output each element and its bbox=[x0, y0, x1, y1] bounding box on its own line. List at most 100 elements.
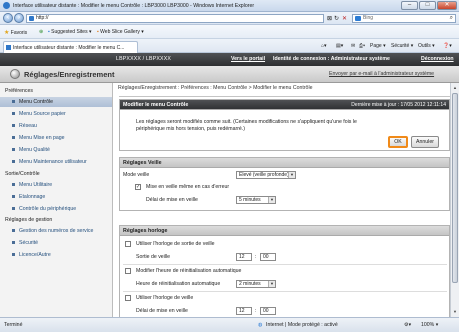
chevron-down-icon: ▼ bbox=[268, 197, 275, 203]
feeds-icon[interactable]: ▤▾ bbox=[336, 43, 343, 49]
portal-link[interactable]: Vers le portail bbox=[231, 56, 265, 62]
sleep-on-error-label: Mise en veille même en cas d'erreur bbox=[146, 184, 230, 190]
cancel-button[interactable]: Annuler bbox=[411, 136, 439, 148]
wake-minute-input[interactable]: 00 bbox=[260, 253, 276, 261]
sidebar-item-menu-controle[interactable]: Menu Contrôle bbox=[12, 99, 53, 105]
wake-time-label: Sortie de veille bbox=[136, 254, 171, 260]
bullet-icon bbox=[12, 195, 15, 199]
modify-reset-checkbox[interactable] bbox=[125, 268, 131, 274]
sidebar-item-mise-en-page[interactable]: Menu Mise en page bbox=[12, 135, 65, 141]
window-title: Interface utilisateur distante : Modifie… bbox=[13, 3, 255, 9]
sleep-minute-input[interactable]: 00 bbox=[260, 307, 276, 315]
bullet-icon bbox=[12, 112, 15, 116]
settings-icon bbox=[10, 69, 20, 79]
confirmation-message: Les réglages seront modifiés comme suit.… bbox=[136, 119, 357, 132]
login-info: Identité de connexion : Administrateur s… bbox=[273, 56, 390, 62]
sleep-settings-panel: Réglages Veille Mode veille Elevé (veill… bbox=[119, 157, 450, 211]
time-separator: : bbox=[255, 254, 257, 260]
bullet-icon bbox=[12, 100, 15, 104]
security-zone: Internet | Mode protégé : activé bbox=[266, 322, 338, 328]
ie-app-icon bbox=[3, 2, 10, 9]
page-icon: ▪ bbox=[48, 29, 50, 35]
refresh-icon[interactable]: ↻ bbox=[334, 15, 339, 22]
tab-bar: Interface utilisateur distante : Modifie… bbox=[0, 39, 459, 53]
divider bbox=[123, 291, 447, 292]
print-icon[interactable]: ⎙▾ bbox=[359, 43, 365, 49]
stop-icon[interactable]: ✕ bbox=[342, 15, 347, 22]
status-text: Terminé bbox=[4, 322, 23, 328]
sidebar-item-maintenance[interactable]: Menu Maintenance utilisateur bbox=[12, 159, 87, 165]
use-sleep-timer-label: Utiliser l'horloge de veille bbox=[136, 295, 194, 301]
sidebar-item-utilitaire[interactable]: Menu Utilitaire bbox=[12, 182, 52, 188]
sleep-settings-header: Réglages Veille bbox=[120, 158, 449, 168]
help-menu[interactable]: ❓▾ bbox=[443, 43, 452, 49]
sidebar-item-source-papier[interactable]: Menu Source papier bbox=[12, 111, 66, 117]
search-input[interactable]: Bing ⌕ bbox=[352, 14, 456, 23]
home-icon[interactable]: ⌂▾ bbox=[321, 43, 327, 49]
web-slice-gallery-link[interactable]: ▪ Web Slice Gallery ▾ bbox=[97, 29, 144, 35]
email-admin-link[interactable]: Envoyer par e-mail à l'administrateur sy… bbox=[329, 71, 434, 77]
globe-icon: ◍ bbox=[258, 322, 263, 328]
tab-favicon bbox=[6, 45, 11, 50]
slice-icon: ▪ bbox=[97, 29, 99, 35]
sleep-on-error-checkbox[interactable]: ✓ bbox=[135, 184, 141, 190]
sleep-delay-value: 5 minutes bbox=[239, 197, 261, 203]
sleep-mode-label: Mode veille bbox=[123, 172, 150, 178]
sleep-mode-select[interactable]: Elevé (veille profonde) ▼ bbox=[236, 171, 296, 179]
tools-menu[interactable]: Outils ▾ bbox=[418, 43, 435, 49]
page-title: Réglages/Enregistrement bbox=[24, 70, 115, 79]
maximize-button[interactable]: □ bbox=[419, 1, 436, 10]
scroll-down-icon[interactable]: ▼ bbox=[452, 308, 458, 316]
back-icon[interactable]: ‹ bbox=[3, 13, 13, 23]
search-icon[interactable]: ⌕ bbox=[450, 15, 453, 22]
vertical-scrollbar[interactable]: ▲ ▼ bbox=[450, 83, 459, 317]
bullet-icon bbox=[12, 136, 15, 140]
bullet-icon bbox=[12, 229, 15, 233]
address-input[interactable]: http:// bbox=[26, 14, 324, 23]
forward-icon[interactable]: › bbox=[14, 13, 24, 23]
bullet-icon bbox=[12, 207, 15, 211]
page-menu[interactable]: Page ▾ bbox=[370, 43, 386, 49]
zoom-level[interactable]: 100% ▾ bbox=[421, 322, 438, 328]
sidebar-item-numeros-service[interactable]: Gestion des numéros de service bbox=[12, 228, 93, 234]
scroll-thumb[interactable] bbox=[452, 93, 458, 283]
logout-link[interactable]: Déconnexion bbox=[421, 56, 454, 62]
protected-mode-icon[interactable]: ⚙▾ bbox=[404, 322, 411, 328]
star-icon: ★ bbox=[4, 30, 10, 36]
minimize-button[interactable]: – bbox=[401, 1, 418, 10]
sleep-time-label: Délai de mise en veille bbox=[136, 308, 188, 314]
sidebar-item-qualite[interactable]: Menu Qualité bbox=[12, 147, 50, 153]
add-favorite-icon[interactable]: ⊕ bbox=[39, 29, 43, 35]
sidebar-section-gestion: Réglages de gestion bbox=[5, 217, 53, 223]
sidebar-item-securite[interactable]: Sécurité bbox=[12, 240, 38, 246]
edit-panel-header: Modifier le menu Contrôle Dernière mise … bbox=[120, 100, 449, 110]
use-wake-timer-checkbox[interactable] bbox=[125, 241, 131, 247]
close-button[interactable]: ✕ bbox=[437, 1, 457, 10]
divider bbox=[123, 264, 447, 265]
last-update: Dernière mise à jour : 17/05 2012 12:11:… bbox=[351, 102, 446, 108]
security-menu[interactable]: Sécurité ▾ bbox=[391, 43, 413, 49]
sidebar-item-reseau[interactable]: Réseau bbox=[12, 123, 37, 129]
mail-icon[interactable]: ✉ bbox=[351, 43, 355, 49]
suggested-sites-link[interactable]: ▪ Suggested Sites ▾ bbox=[48, 29, 91, 35]
address-value: http:// bbox=[36, 15, 49, 21]
compat-icon[interactable]: ⊠ bbox=[327, 15, 332, 22]
use-sleep-timer-checkbox[interactable] bbox=[125, 295, 131, 301]
sidebar-section-preferences: Préférences bbox=[5, 88, 33, 94]
sidebar-item-licence[interactable]: Licence/Autre bbox=[12, 252, 51, 258]
scroll-up-icon[interactable]: ▲ bbox=[452, 84, 458, 92]
sidebar-item-controle-peripherique[interactable]: Contrôle du périphérique bbox=[12, 206, 76, 212]
sleep-hour-input[interactable]: 12 bbox=[236, 307, 252, 315]
ok-button[interactable]: OK bbox=[388, 136, 408, 148]
search-placeholder: Bing bbox=[363, 15, 374, 21]
edit-panel: Modifier le menu Contrôle Dernière mise … bbox=[119, 99, 450, 151]
reset-time-select[interactable]: 2 minutes ▼ bbox=[236, 280, 276, 288]
browser-tab[interactable]: Interface utilisateur distante : Modifie… bbox=[3, 41, 138, 53]
wake-hour-input[interactable]: 12 bbox=[236, 253, 252, 261]
favorites-button[interactable]: ★ Favoris bbox=[4, 29, 27, 36]
chevron-down-icon: ▼ bbox=[288, 172, 295, 178]
bullet-icon bbox=[12, 253, 15, 257]
sleep-delay-select[interactable]: 5 minutes ▼ bbox=[236, 196, 276, 204]
page-header: Réglages/Enregistrement Envoyer par e-ma… bbox=[0, 66, 459, 83]
sidebar-item-etalonnage[interactable]: Etalonnage bbox=[12, 194, 45, 200]
